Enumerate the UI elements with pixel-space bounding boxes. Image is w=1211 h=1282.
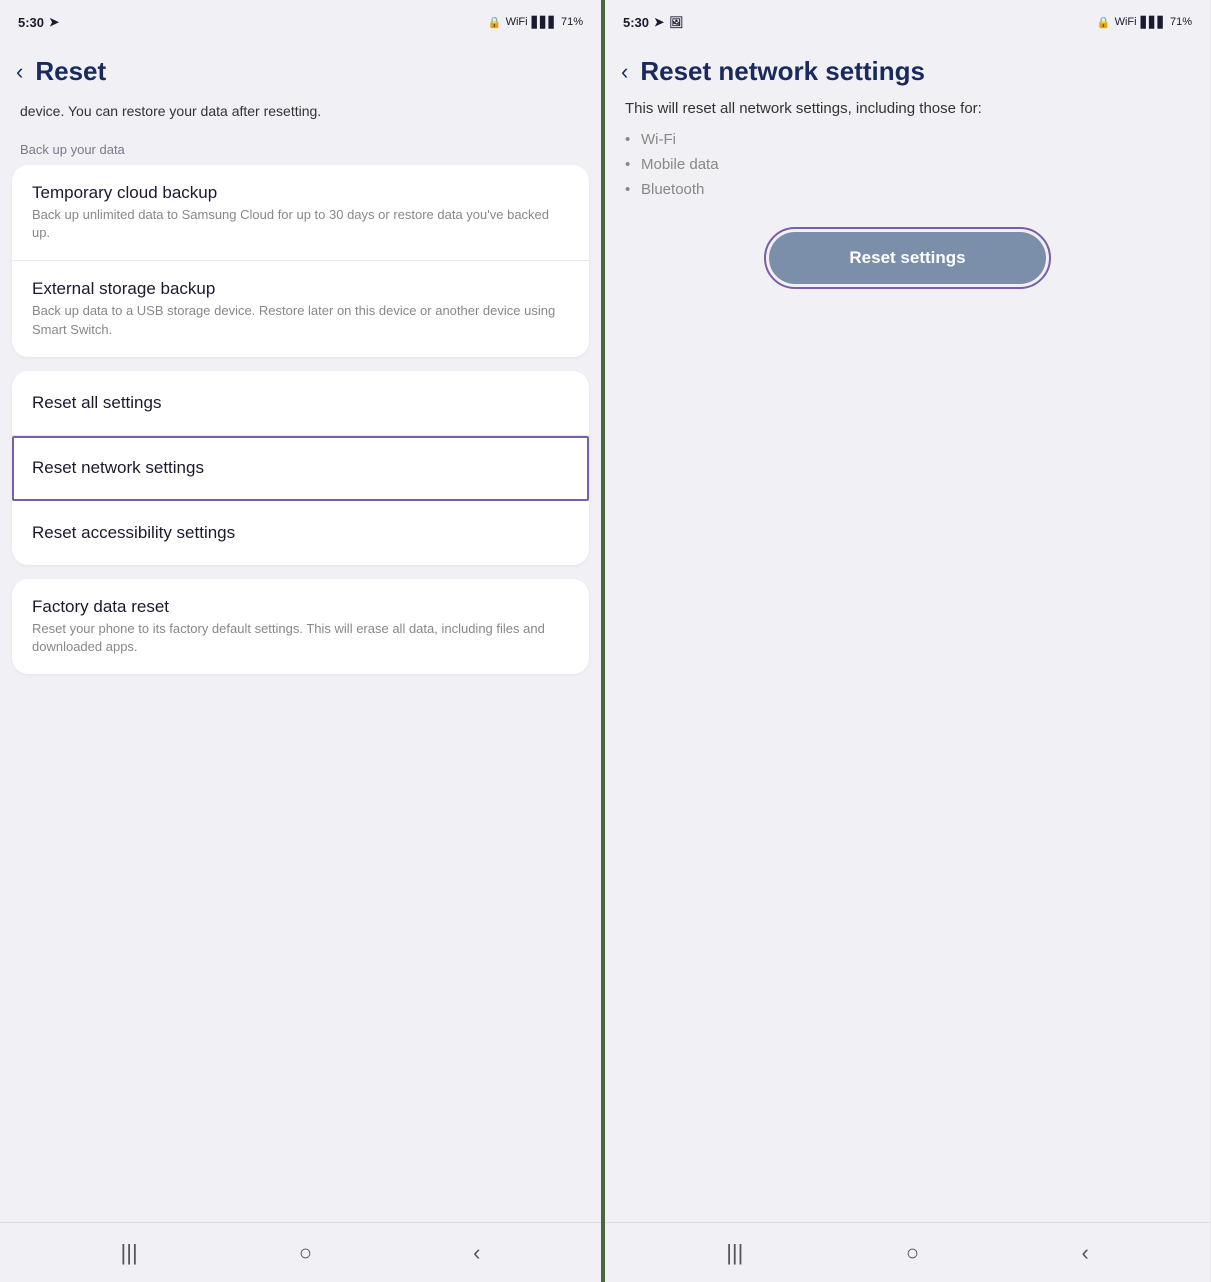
left-back-button[interactable]: ‹ xyxy=(16,59,23,85)
reset-accessibility-settings-item[interactable]: Reset accessibility settings xyxy=(12,501,589,565)
left-page-title: Reset xyxy=(35,56,106,87)
factory-data-reset-desc: Reset your phone to its factory default … xyxy=(32,620,569,656)
left-panel: 5:30 ➤ 🔒 WiFi ▋▋▋ 71% ‹ Reset device. Yo… xyxy=(0,0,605,1282)
location-icon: ➤ xyxy=(49,15,59,29)
right-status-icons: 🔒 WiFi ▋▋▋ 71% xyxy=(1097,16,1192,29)
right-status-bar: 5:30 ➤ 🖼 🔒 WiFi ▋▋▋ 71% xyxy=(605,0,1210,40)
right-home-nav-icon[interactable]: ○ xyxy=(906,1240,919,1266)
right-battery-icon: 71% xyxy=(1170,16,1192,28)
bullet-list: Wi-Fi Mobile data Bluetooth xyxy=(625,127,1190,202)
right-back-button[interactable]: ‹ xyxy=(621,59,628,85)
factory-data-reset-title: Factory data reset xyxy=(32,597,569,617)
external-storage-backup-desc: Back up data to a USB storage device. Re… xyxy=(32,302,569,338)
right-panel: 5:30 ➤ 🖼 🔒 WiFi ▋▋▋ 71% ‹ Reset network … xyxy=(605,0,1210,1282)
left-section-label: Back up your data xyxy=(0,134,601,165)
right-page-header: ‹ Reset network settings xyxy=(605,40,1210,97)
factory-card: Factory data reset Reset your phone to i… xyxy=(12,579,589,674)
temporary-cloud-backup-title: Temporary cloud backup xyxy=(32,183,569,203)
left-subtitle: device. You can restore your data after … xyxy=(0,97,601,134)
right-wifi-icon: WiFi xyxy=(1115,16,1137,28)
left-home-nav-icon[interactable]: ○ xyxy=(299,1240,312,1266)
temporary-cloud-backup-desc: Back up unlimited data to Samsung Cloud … xyxy=(32,206,569,242)
reset-all-settings-item[interactable]: Reset all settings xyxy=(12,371,589,436)
lock-icon: 🔒 xyxy=(488,16,502,29)
right-menu-nav-icon[interactable]: ||| xyxy=(726,1240,743,1266)
right-description: This will reset all network settings, in… xyxy=(625,97,1190,121)
right-signal-icon: ▋▋▋ xyxy=(1141,16,1166,29)
battery-icon: 71% xyxy=(561,16,583,28)
reset-settings-button[interactable]: Reset settings xyxy=(769,232,1045,284)
right-lock-icon: 🔒 xyxy=(1097,16,1111,29)
temporary-cloud-backup-item[interactable]: Temporary cloud backup Back up unlimited… xyxy=(12,165,589,261)
external-storage-backup-title: External storage backup xyxy=(32,279,569,299)
wifi-bullet: Wi-Fi xyxy=(625,127,1190,152)
right-page-title: Reset network settings xyxy=(640,56,925,87)
factory-data-reset-item[interactable]: Factory data reset Reset your phone to i… xyxy=(12,579,589,674)
left-status-icons: 🔒 WiFi ▋▋▋ 71% xyxy=(488,16,583,29)
left-bottom-nav: ||| ○ ‹ xyxy=(0,1222,601,1282)
backup-card: Temporary cloud backup Back up unlimited… xyxy=(12,165,589,357)
signal-icon: ▋▋▋ xyxy=(532,16,557,29)
reset-all-settings-title: Reset all settings xyxy=(32,393,569,413)
reset-accessibility-settings-title: Reset accessibility settings xyxy=(32,523,569,543)
bluetooth-bullet: Bluetooth xyxy=(625,177,1190,202)
left-status-time: 5:30 ➤ xyxy=(18,15,59,30)
left-status-bar: 5:30 ➤ 🔒 WiFi ▋▋▋ 71% xyxy=(0,0,601,40)
mobile-data-bullet: Mobile data xyxy=(625,152,1190,177)
reset-network-settings-item[interactable]: Reset network settings xyxy=(12,436,589,501)
options-card: Reset all settings Reset network setting… xyxy=(12,371,589,565)
right-status-time: 5:30 ➤ 🖼 xyxy=(623,15,683,30)
right-location-icon: ➤ xyxy=(654,15,664,29)
left-page-header: ‹ Reset xyxy=(0,40,601,97)
external-storage-backup-item[interactable]: External storage backup Back up data to … xyxy=(12,261,589,356)
right-bottom-nav: ||| ○ ‹ xyxy=(605,1222,1210,1282)
right-back-nav-icon[interactable]: ‹ xyxy=(1081,1240,1088,1266)
reset-button-wrapper: Reset settings xyxy=(625,232,1190,284)
left-menu-nav-icon[interactable]: ||| xyxy=(121,1240,138,1266)
reset-network-settings-title: Reset network settings xyxy=(32,458,569,478)
right-content: This will reset all network settings, in… xyxy=(605,97,1210,1222)
left-back-nav-icon[interactable]: ‹ xyxy=(473,1240,480,1266)
right-photo-icon: 🖼 xyxy=(669,16,683,29)
wifi-icon: WiFi xyxy=(506,16,528,28)
left-content: device. You can restore your data after … xyxy=(0,97,601,1222)
